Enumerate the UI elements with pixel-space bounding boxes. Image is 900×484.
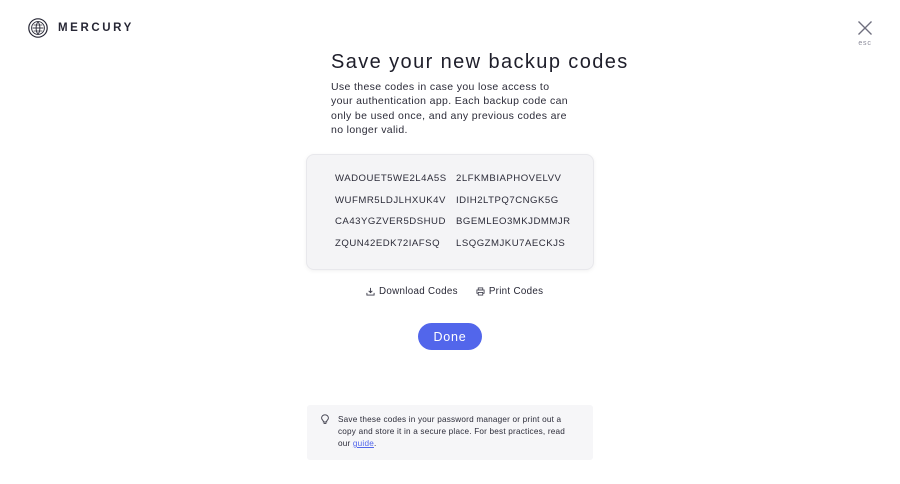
close-button[interactable]: esc xyxy=(852,20,878,47)
tip-box: Save these codes in your password manage… xyxy=(307,405,593,460)
brand-name: MERCURY xyxy=(58,22,134,34)
backup-codes-grid: WADOUET5WE2L4A5S 2LFKMBIAPHOVELVV WUFMR5… xyxy=(335,172,586,251)
close-label: esc xyxy=(858,40,872,47)
backup-code: ZQUN42EDK72IAFSQ xyxy=(335,237,441,249)
backup-code: 2LFKMBIAPHOVELVV xyxy=(456,173,562,184)
download-codes-button[interactable]: Download Codes xyxy=(366,286,458,297)
tip-text-end: . xyxy=(373,439,377,448)
download-icon xyxy=(366,287,375,296)
description: Use these codes in case you lose access … xyxy=(331,81,568,136)
backup-code: WUFMR5LDJLHXUK4V xyxy=(335,194,446,206)
backup-code: CA43YGZVER5DSHUD xyxy=(335,216,446,227)
backup-code: IDIH2LTPQ7CNGK5G xyxy=(456,194,559,206)
code-actions: Download Codes Print Codes xyxy=(366,286,543,297)
close-icon[interactable] xyxy=(857,20,873,36)
backup-code: LSQGZMJKU7AECKJS xyxy=(456,237,566,249)
tip-text: Save these codes in your password manage… xyxy=(338,414,578,450)
print-codes-button[interactable]: Print Codes xyxy=(476,286,544,297)
backup-codes-panel: WADOUET5WE2L4A5S 2LFKMBIAPHOVELVV WUFMR5… xyxy=(306,154,594,270)
mercury-logo-icon xyxy=(28,18,48,38)
lightbulb-icon xyxy=(321,414,329,424)
printer-icon xyxy=(476,287,485,296)
download-codes-label: Download Codes xyxy=(379,286,458,297)
page-title: Save your new backup codes xyxy=(331,51,629,73)
done-button[interactable]: Done xyxy=(418,323,482,350)
backup-code: WADOUET5WE2L4A5S xyxy=(335,173,447,184)
guide-link[interactable]: guide xyxy=(353,439,374,448)
backup-code: BGEMLEO3MKJDMMJR xyxy=(456,216,571,227)
print-codes-label: Print Codes xyxy=(488,286,544,297)
brand[interactable]: MERCURY xyxy=(28,18,134,38)
